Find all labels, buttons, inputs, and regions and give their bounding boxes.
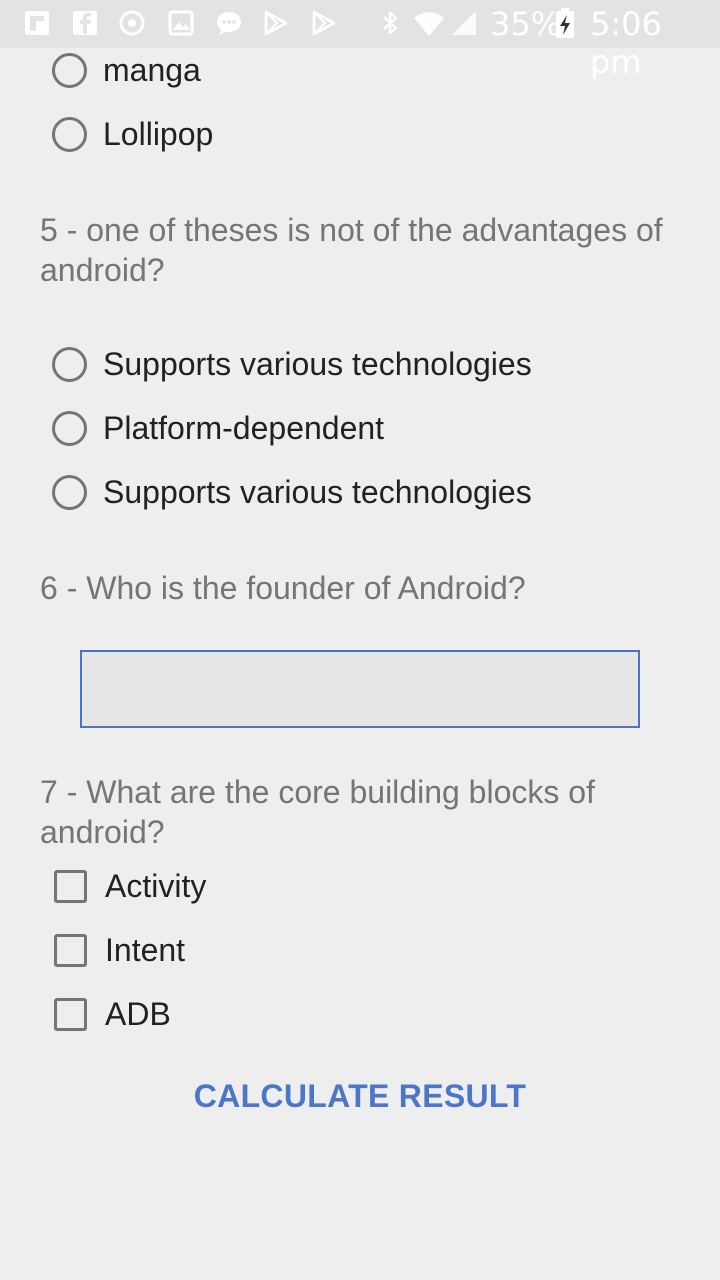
chat-icon bbox=[217, 12, 241, 35]
checkbox-option-label: ADB bbox=[105, 995, 171, 1032]
checkbox[interactable] bbox=[54, 933, 87, 967]
radio-option-label: Supports various technologies bbox=[103, 473, 532, 510]
radio-option-label: Platform-dependent bbox=[103, 409, 385, 446]
radio-option-supports-various-technologies[interactable]: Supports various technologies bbox=[52, 336, 532, 392]
checkbox-option-adb[interactable]: ADB bbox=[52, 986, 171, 1042]
battery-charging-icon bbox=[556, 8, 574, 38]
image-icon bbox=[168, 10, 194, 36]
radio-option-label: Supports various technologies bbox=[103, 345, 532, 382]
battery-percentage: 35% bbox=[490, 5, 562, 43]
radio-button[interactable] bbox=[52, 52, 87, 88]
radio-option-label: Lollipop bbox=[103, 115, 214, 152]
facebook-icon bbox=[73, 11, 97, 35]
checkbox-option-activity[interactable]: Activity bbox=[52, 858, 206, 914]
founder-answer-input[interactable] bbox=[80, 650, 640, 728]
question-7: 7 - What are the core building blocks of… bbox=[40, 774, 595, 850]
bluetooth-icon bbox=[383, 11, 398, 35]
clock: 5:06 pm bbox=[590, 5, 662, 81]
radio-option-label: manga bbox=[103, 51, 201, 88]
play-store-icon bbox=[312, 10, 336, 36]
sync-icon bbox=[119, 10, 145, 36]
status-bar: 35% 5:06 pm bbox=[0, 0, 720, 81]
checkbox[interactable] bbox=[54, 869, 87, 903]
signal-icon bbox=[452, 11, 476, 35]
checkbox-option-intent[interactable]: Intent bbox=[52, 922, 185, 978]
wifi-icon bbox=[414, 12, 444, 36]
radio-option-lollipop[interactable]: Lollipop bbox=[52, 106, 213, 162]
radio-button[interactable] bbox=[52, 346, 87, 382]
question-5: 5 - one of theses is not of the advantag… bbox=[40, 212, 663, 288]
checkbox-option-label: Activity bbox=[105, 867, 207, 904]
radio-option-supports-various-technologies-2[interactable]: Supports various technologies bbox=[52, 464, 532, 520]
radio-button[interactable] bbox=[52, 474, 87, 510]
flipboard-icon bbox=[25, 11, 49, 35]
radio-button[interactable] bbox=[52, 116, 87, 152]
calculate-result-button[interactable]: CALCULATE RESULT bbox=[160, 1066, 560, 1126]
radio-option-platform-dependent[interactable]: Platform-dependent bbox=[52, 400, 384, 456]
question-6: 6 - Who is the founder of Android? bbox=[40, 570, 526, 606]
play-store-icon bbox=[264, 10, 288, 36]
checkbox[interactable] bbox=[54, 997, 87, 1031]
radio-option-manga[interactable]: manga bbox=[52, 42, 201, 98]
radio-button[interactable] bbox=[52, 410, 87, 446]
checkbox-option-label: Intent bbox=[105, 931, 186, 968]
